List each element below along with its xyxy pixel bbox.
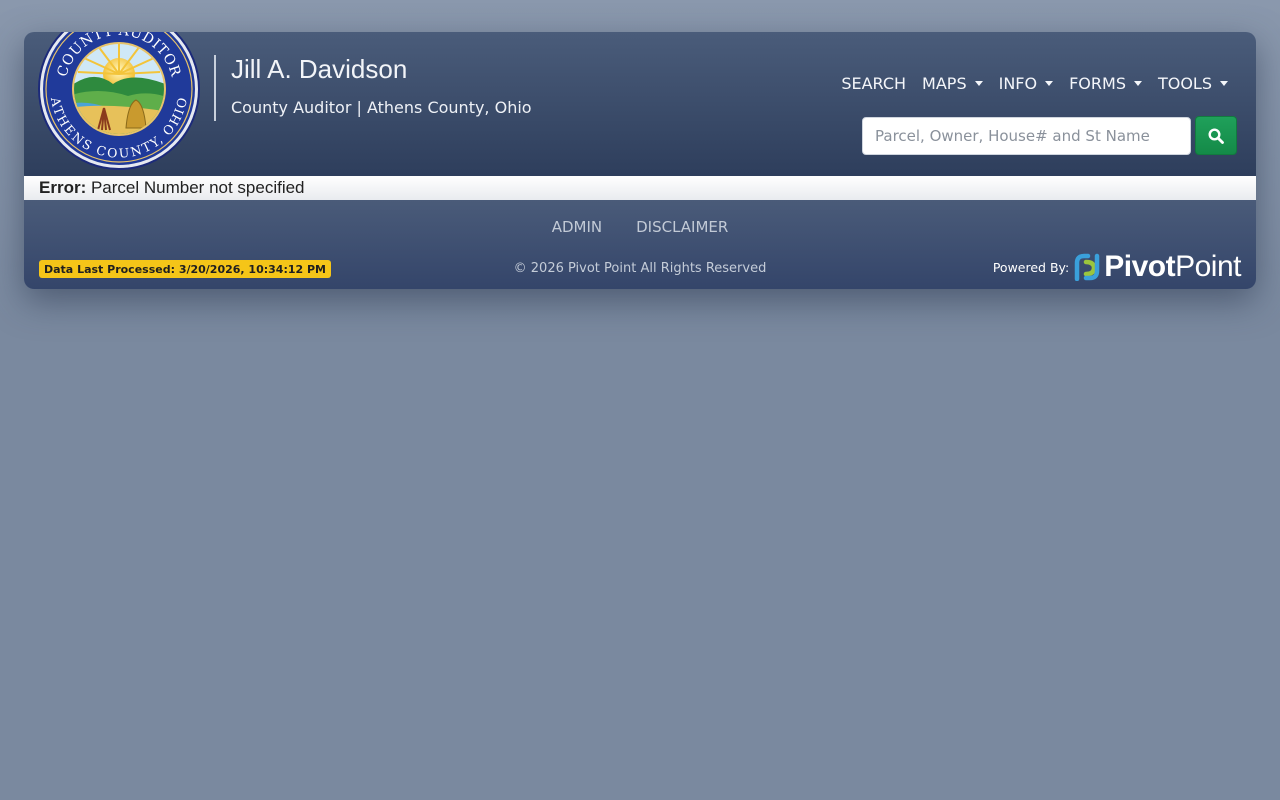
search-button[interactable]: [1195, 116, 1237, 155]
error-bar: Error: Parcel Number not specified: [24, 176, 1256, 200]
pivotpoint-logo-text: PivotPoint: [1104, 250, 1241, 284]
footer-link-admin[interactable]: ADMIN: [552, 218, 602, 236]
caret-down-icon: [1045, 81, 1054, 86]
nav-info[interactable]: INFO: [991, 74, 1061, 93]
footer-link-disclaimer[interactable]: DISCLAIMER: [636, 218, 728, 236]
nav-maps[interactable]: MAPS: [914, 74, 991, 93]
search-input[interactable]: [862, 117, 1191, 155]
seal-icon: COUNTY AUDITOR ATHENS COUNTY, OHIO: [38, 32, 200, 170]
footer-links: ADMIN DISCLAIMER: [24, 218, 1256, 236]
logo-part-point: Point: [1175, 250, 1241, 283]
nav-search[interactable]: SEARCH: [833, 74, 914, 93]
nav-forms-label: FORMS: [1069, 74, 1126, 93]
error-detail: Parcel Number not specified: [90, 178, 305, 197]
main-nav: SEARCH MAPS INFO FORMS TOOLS: [833, 74, 1236, 93]
powered-by[interactable]: Powered By: PivotPoint: [992, 250, 1242, 284]
nav-tools-label: TOOLS: [1157, 74, 1212, 93]
nav-forms[interactable]: FORMS: [1061, 74, 1150, 93]
header-divider: [214, 55, 216, 121]
logo-part-pivot: Pivot: [1104, 250, 1176, 283]
error-label: Error:: [39, 178, 87, 197]
page-title: Jill A. Davidson: [231, 54, 408, 84]
caret-down-icon: [1220, 81, 1228, 86]
page-subtitle: County Auditor | Athens County, Ohio: [231, 98, 532, 117]
caret-down-icon: [1133, 81, 1142, 86]
pivotpoint-logo-icon: [1075, 253, 1100, 281]
main-card: COUNTY AUDITOR ATHENS COUNTY, OHIO: [24, 32, 1256, 289]
caret-down-icon: [974, 81, 983, 86]
powered-by-label: Powered By:: [992, 259, 1070, 275]
county-auditor-seal[interactable]: COUNTY AUDITOR ATHENS COUNTY, OHIO: [38, 32, 200, 170]
search-icon: [1208, 127, 1224, 144]
error-message: Error: Parcel Number not specified: [39, 178, 305, 198]
site-header: COUNTY AUDITOR ATHENS COUNTY, OHIO: [24, 32, 1256, 176]
site-footer: ADMIN DISCLAIMER Data Last Processed: 3/…: [24, 200, 1256, 289]
nav-search-label: SEARCH: [841, 74, 907, 93]
nav-info-label: INFO: [998, 74, 1038, 93]
nav-maps-label: MAPS: [922, 74, 967, 93]
nav-tools[interactable]: TOOLS: [1150, 74, 1236, 93]
